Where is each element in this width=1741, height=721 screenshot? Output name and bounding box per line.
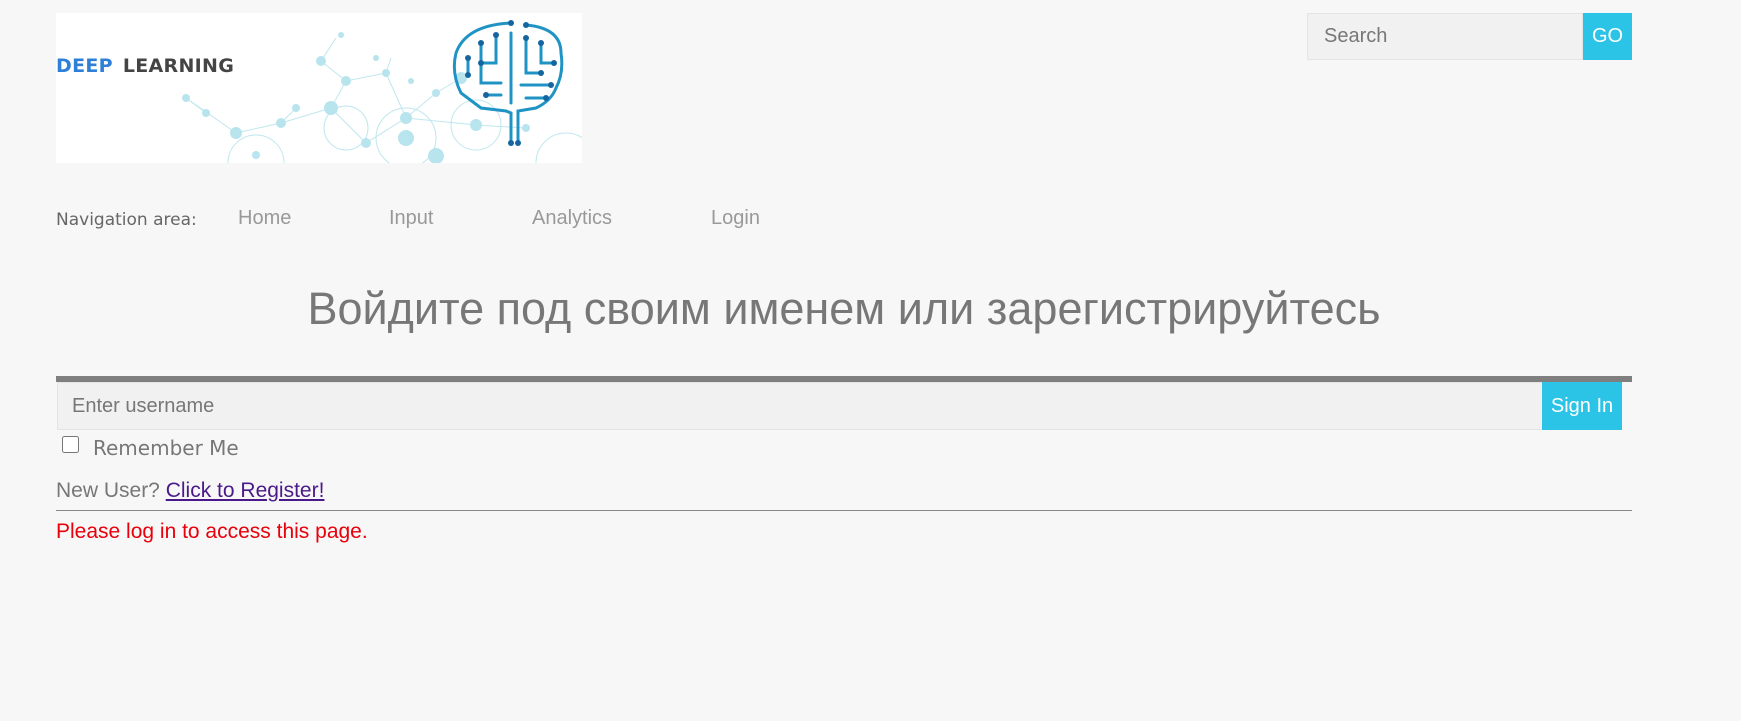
nav-item-login[interactable]: Login — [711, 207, 760, 230]
username-input[interactable] — [57, 382, 1543, 430]
remember-me-label[interactable]: Remember Me — [93, 436, 239, 460]
search-go-button[interactable]: GO — [1583, 13, 1632, 60]
nav-label: Navigation area: — [56, 210, 197, 230]
nav-item-input[interactable]: Input — [389, 207, 433, 230]
register-link[interactable]: Click to Register! — [166, 479, 325, 502]
new-user-line: New User? Click to Register! — [56, 479, 324, 503]
new-user-text: New User? — [56, 479, 160, 502]
page-title: Войдите под своим именем или зарегистрир… — [307, 283, 1381, 334]
nav-item-home[interactable]: Home — [238, 207, 291, 230]
search-input[interactable] — [1307, 13, 1583, 60]
site-logo[interactable]: DEEP LEARNING — [56, 13, 582, 163]
login-required-message: Please log in to access this page. — [56, 520, 368, 543]
remember-me-checkbox[interactable] — [62, 436, 79, 453]
sign-in-button[interactable]: Sign In — [1542, 382, 1622, 430]
divider — [56, 510, 1632, 511]
brain-circuit-icon — [452, 20, 564, 146]
nav-item-analytics[interactable]: Analytics — [532, 207, 612, 230]
